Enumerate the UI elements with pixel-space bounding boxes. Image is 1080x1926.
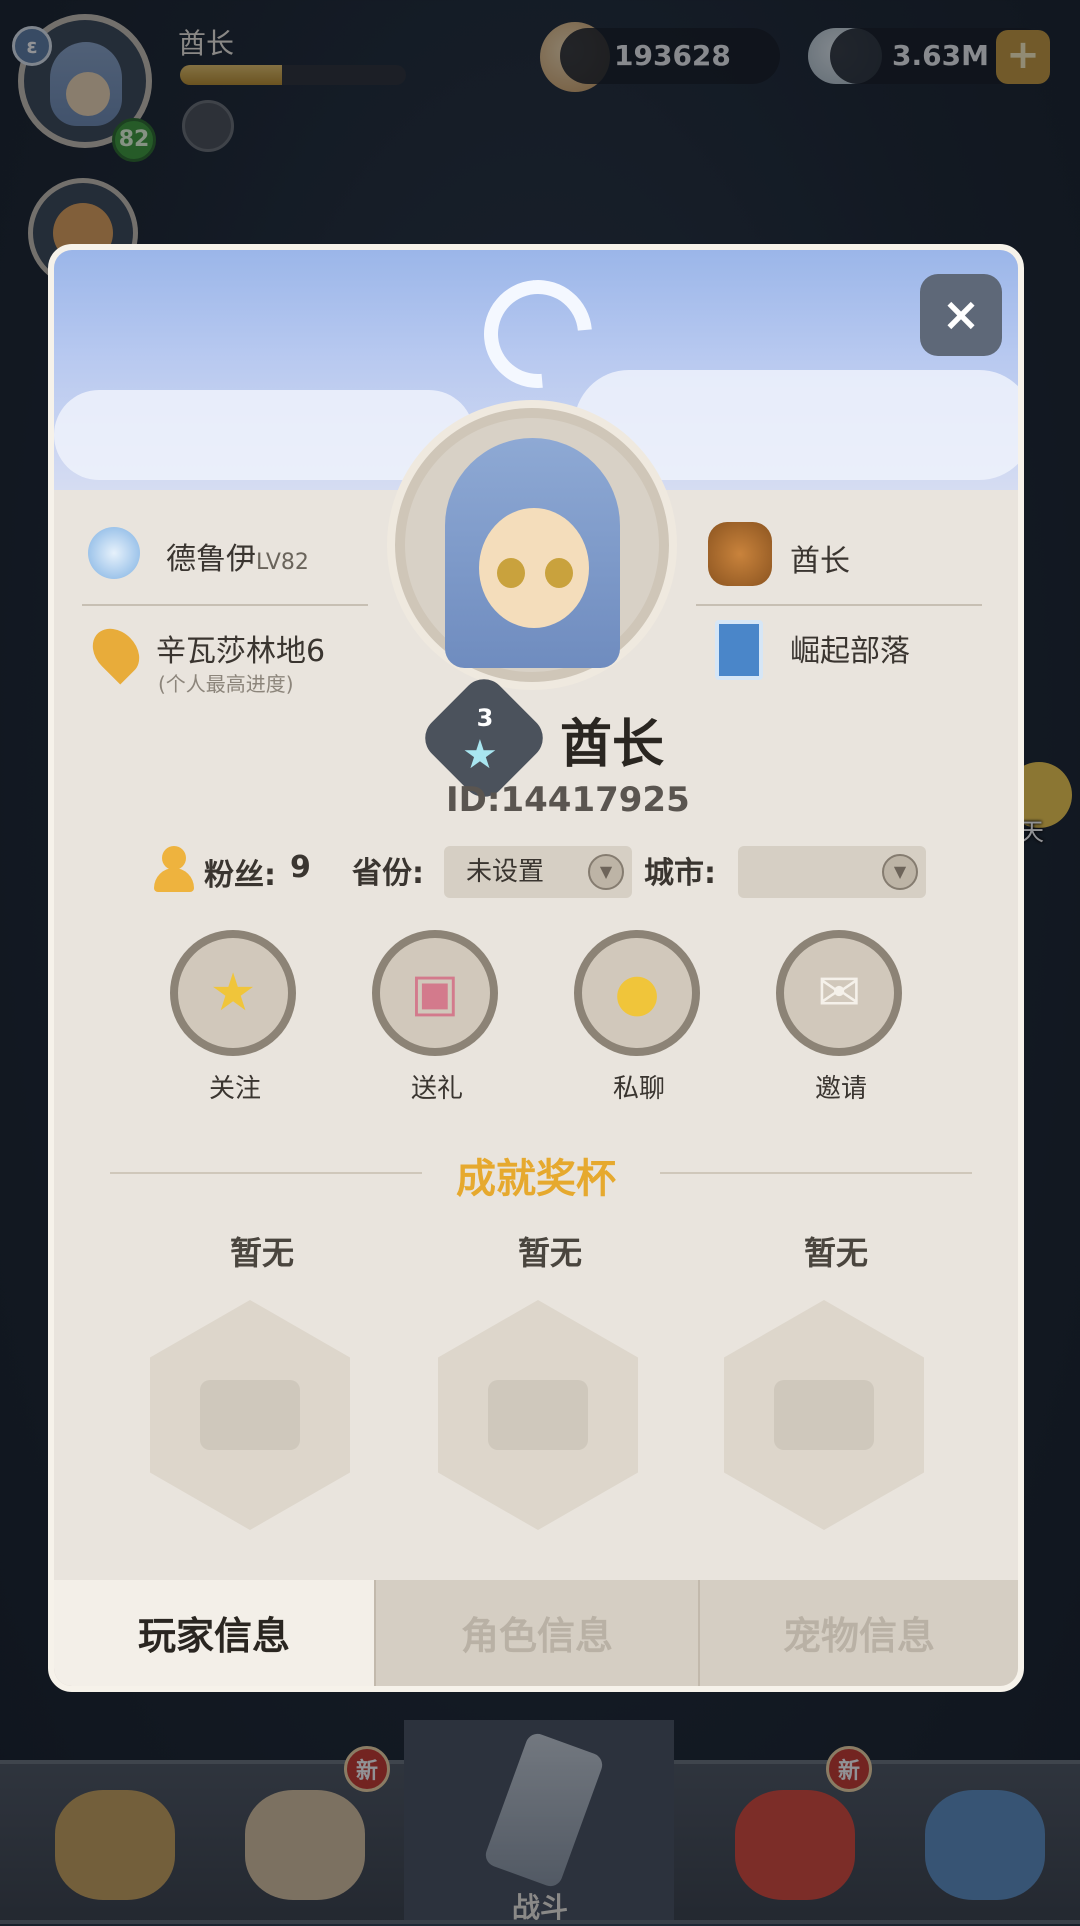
player-portrait <box>387 400 677 690</box>
tribe-banner-icon <box>715 620 763 680</box>
invite-button[interactable]: ✉ 邀请 <box>776 930 906 1105</box>
title-name: 酋长 <box>790 544 850 579</box>
chevron-down-icon: ▼ <box>882 854 918 890</box>
fans-count: 9 <box>290 850 311 885</box>
tab-player-info[interactable]: 玩家信息 <box>54 1580 374 1686</box>
class-level: LV82 <box>256 550 309 575</box>
chevron-down-icon: ▼ <box>588 854 624 890</box>
gift-label: 送礼 <box>410 1074 463 1104</box>
info-tabs: 玩家信息 角色信息 宠物信息 <box>54 1580 1018 1686</box>
chat-icon: ● <box>614 963 660 1023</box>
tab-pet-info[interactable]: 宠物信息 <box>700 1580 1018 1686</box>
trophy-label: 暂无 <box>518 1234 583 1272</box>
portrait-eye <box>497 558 525 588</box>
trophy-slot[interactable] <box>150 1300 350 1530</box>
player-id: ID:14417925 <box>446 780 690 820</box>
portrait-eye <box>545 558 573 588</box>
private-chat-button[interactable]: ● 私聊 <box>574 930 704 1105</box>
druid-class-icon <box>88 527 140 579</box>
fans-icon-head <box>162 846 186 870</box>
achievements-title: 成就奖杯 <box>456 1156 616 1202</box>
invite-label: 邀请 <box>814 1074 867 1104</box>
city-label: 城市: <box>644 856 716 891</box>
divider <box>696 604 982 606</box>
private-chat-label: 私聊 <box>612 1074 665 1104</box>
class-info: 德鲁伊LV82 <box>166 534 309 578</box>
follow-label: 关注 <box>208 1074 261 1104</box>
mail-icon: ✉ <box>817 963 861 1023</box>
tab-character-info[interactable]: 角色信息 <box>376 1580 698 1686</box>
gift-button[interactable]: ▣ 送礼 <box>372 930 502 1105</box>
location-pin-icon <box>83 619 149 685</box>
divider <box>660 1172 972 1174</box>
trophy-label: 暂无 <box>230 1234 295 1272</box>
fans-icon <box>154 846 194 894</box>
player-name: 酋长 <box>560 715 665 775</box>
tribe-name[interactable]: 崛起部落 <box>790 626 910 670</box>
follow-button[interactable]: ★ 关注 <box>170 930 300 1105</box>
chat-button-circle: ● <box>574 930 700 1056</box>
rank-number: 3 <box>476 704 494 732</box>
province-value: 未设置 <box>466 857 545 887</box>
province-select[interactable]: 未设置 ▼ <box>444 846 632 898</box>
city-select[interactable]: ▼ <box>738 846 926 898</box>
class-name: 德鲁伊 <box>166 542 256 577</box>
follow-button-circle: ★ <box>170 930 296 1056</box>
invite-button-circle: ✉ <box>776 930 902 1056</box>
trophy-placeholder-icon <box>488 1380 588 1450</box>
divider <box>82 604 368 606</box>
gift-icon: ▣ <box>410 963 460 1023</box>
gift-button-circle: ▣ <box>372 930 498 1056</box>
trophy-slot[interactable] <box>438 1300 638 1530</box>
fans-label: 粉丝: <box>204 858 276 893</box>
province-label: 省份: <box>352 856 424 891</box>
rank-star-icon: ★ <box>462 732 498 778</box>
fans-icon-body <box>154 868 194 892</box>
close-button[interactable]: × <box>920 274 1002 356</box>
trophy-placeholder-icon <box>200 1380 300 1450</box>
location-note: (个人最高进度) <box>158 672 294 696</box>
trophy-placeholder-icon <box>774 1380 874 1450</box>
star-icon: ★ <box>209 963 257 1023</box>
location-name: 辛瓦莎林地6 <box>156 634 326 669</box>
trophy-slot[interactable] <box>724 1300 924 1530</box>
chief-icon <box>708 522 772 586</box>
portrait-face <box>479 508 589 628</box>
player-info-modal: × 德鲁伊LV82 辛瓦莎林地6 (个人最高进度) 酋长 崛起部落 3 ★ 酋长… <box>48 244 1024 1692</box>
trophy-label: 暂无 <box>804 1234 869 1272</box>
